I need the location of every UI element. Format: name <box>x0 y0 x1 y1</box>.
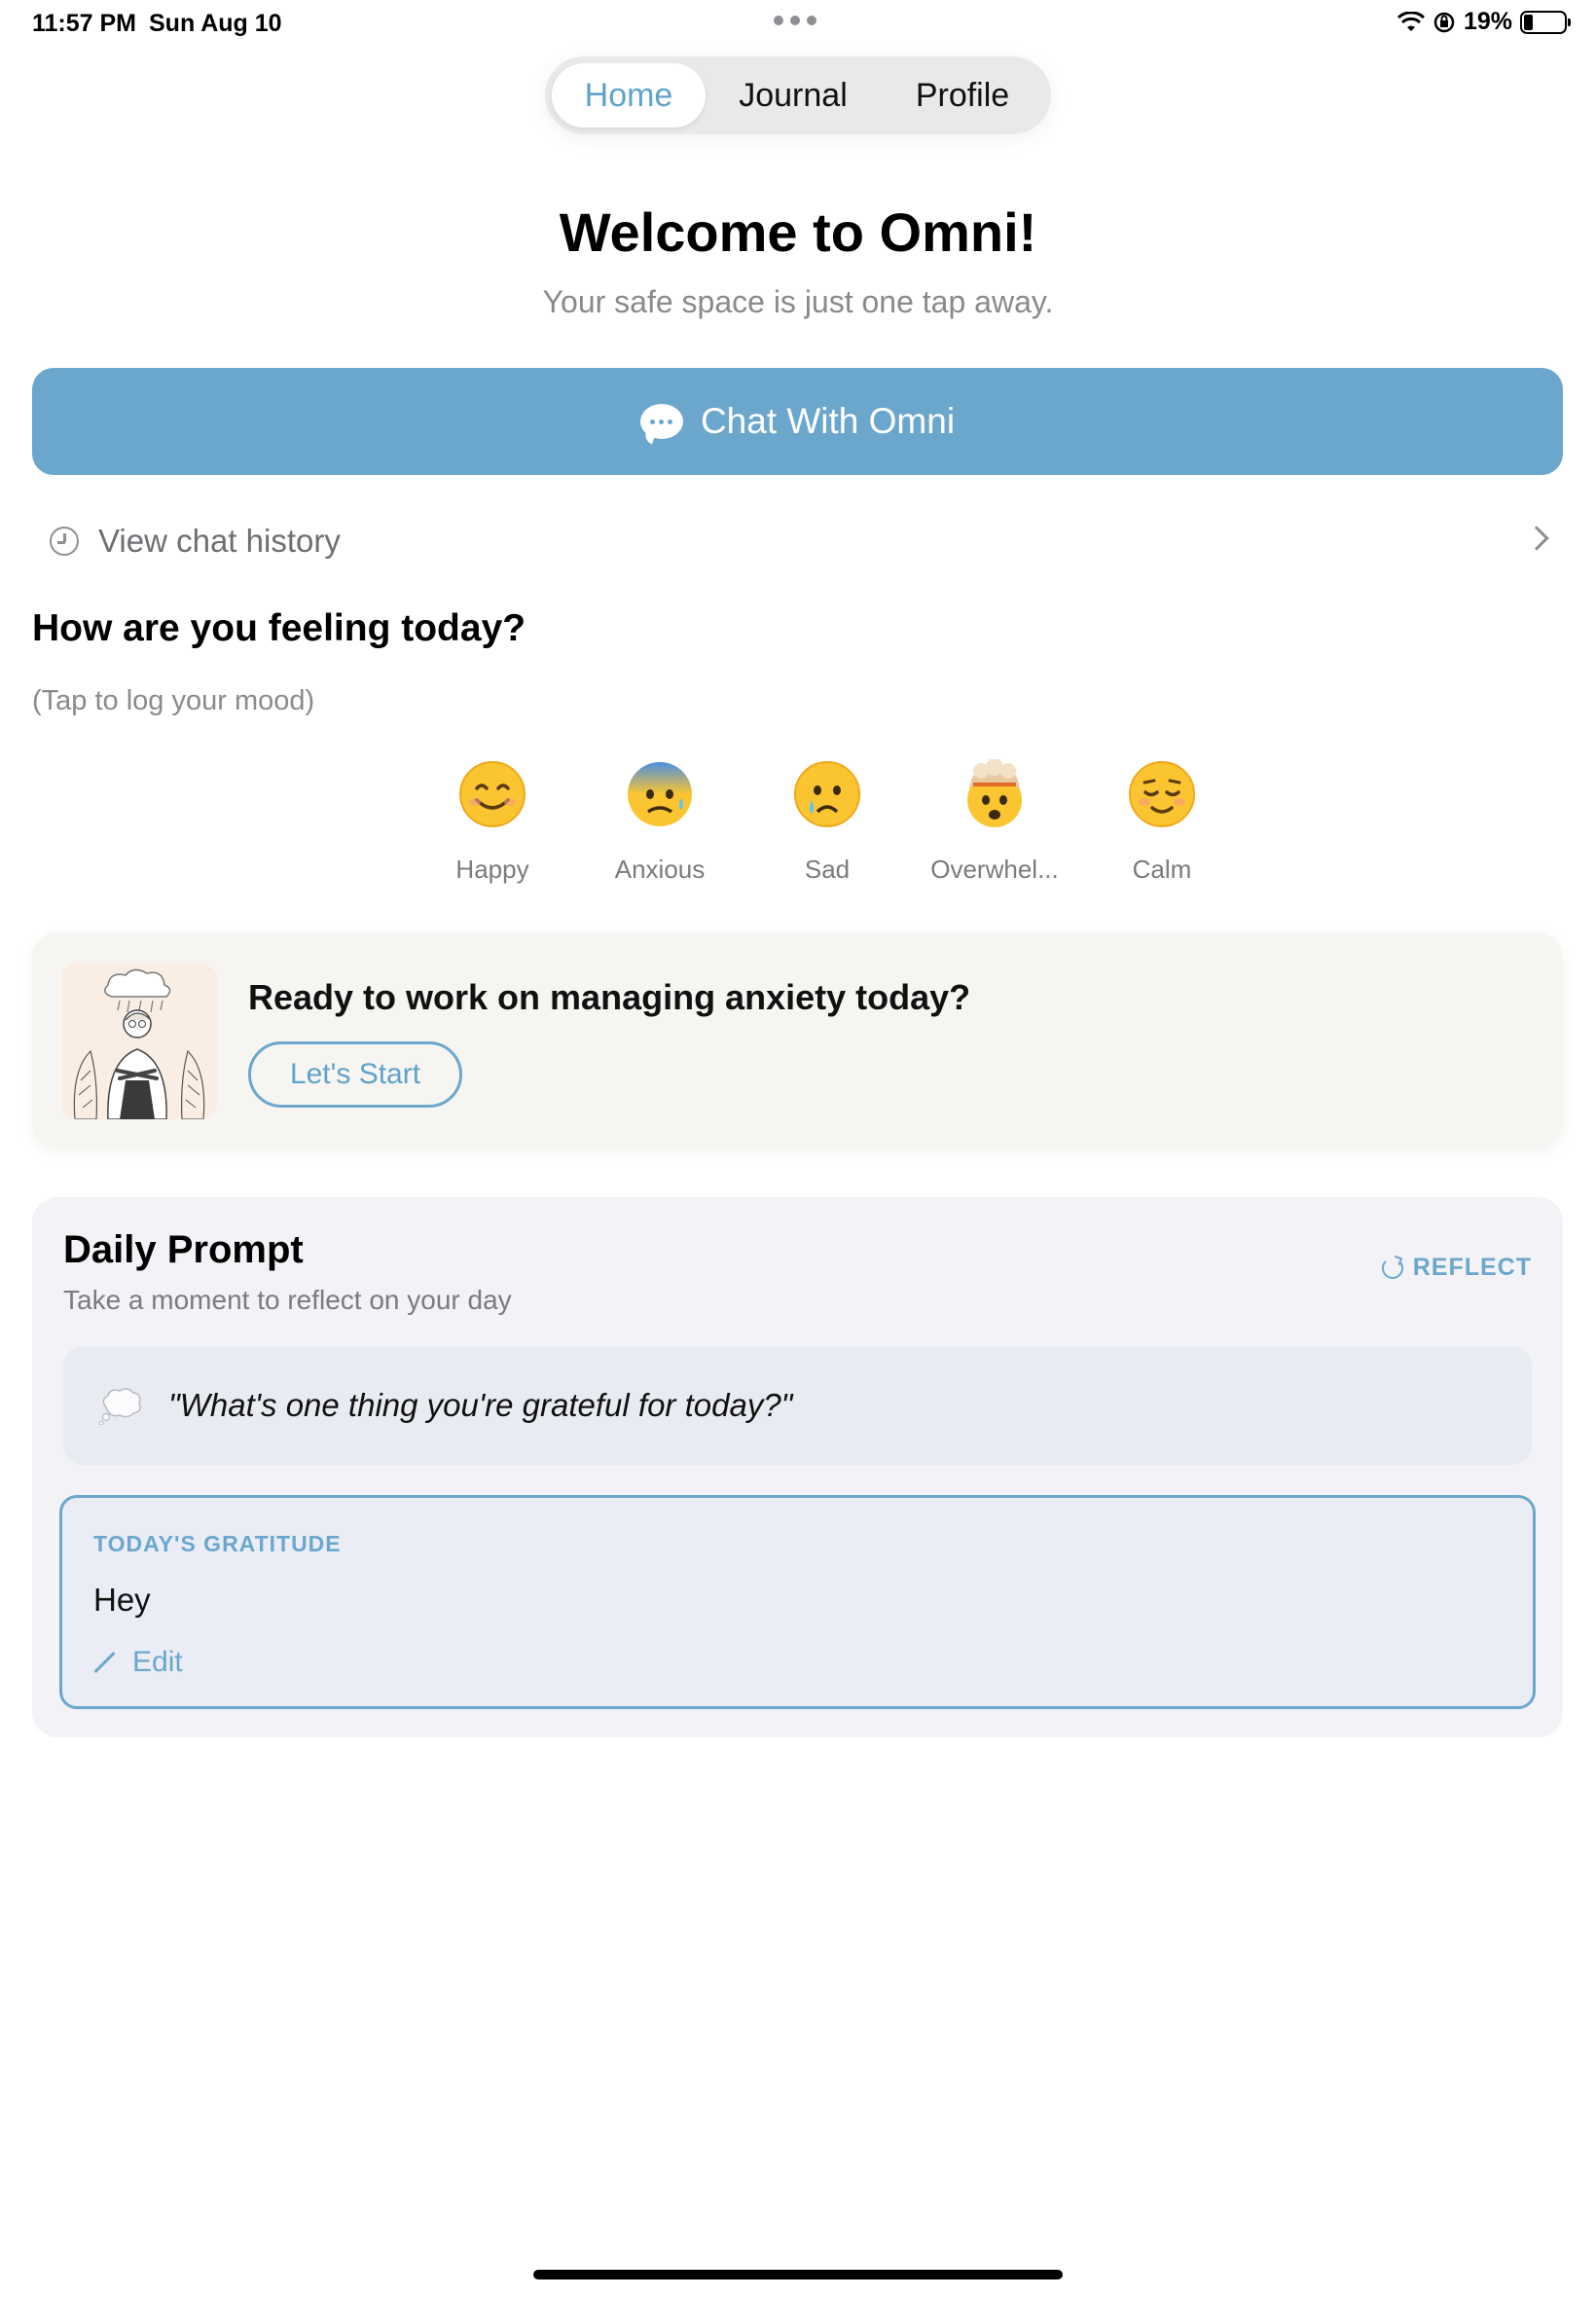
status-date: Sun Aug 10 <box>149 10 282 37</box>
daily-prompt-title: Daily Prompt <box>63 1228 304 1271</box>
prompt-box: "What's one thing you're grateful for to… <box>63 1346 1532 1465</box>
orientation-lock-icon <box>1433 12 1455 32</box>
mood-title: How are you feeling today? <box>32 607 526 649</box>
reflect-label: REFLECT <box>1412 1254 1532 1281</box>
anxiety-card-title: Ready to work on managing anxiety today? <box>248 977 971 1017</box>
view-chat-history-row[interactable]: View chat history <box>32 514 1563 568</box>
status-time: 11:57 PM <box>32 10 137 37</box>
mood-selector: Happy Anxious Sad Overwhel... Calm <box>409 759 1195 886</box>
mood-calm[interactable]: Calm <box>1078 759 1246 885</box>
mood-label: Overwhel... <box>930 855 1059 884</box>
mood-label: Happy <box>455 855 529 884</box>
reflect-button[interactable]: REFLECT <box>1381 1254 1532 1282</box>
mood-subtitle: (Tap to log your mood) <box>32 685 315 716</box>
crying-face-icon <box>794 761 860 827</box>
battery-percent: 19% <box>1463 8 1512 35</box>
speech-bubble-icon <box>639 404 683 439</box>
prompt-text: "What's one thing you're grateful for to… <box>168 1387 793 1423</box>
battery-icon <box>1520 10 1571 34</box>
smiling-face-icon <box>459 761 526 827</box>
mood-anxious[interactable]: Anxious <box>576 759 744 885</box>
anxious-face-icon <box>628 762 692 826</box>
refresh-icon <box>1381 1257 1403 1279</box>
mood-overwhelmed[interactable]: Overwhel... <box>911 759 1078 885</box>
gratitude-text: Hey <box>93 1582 151 1618</box>
daily-prompt-card: Daily Prompt Take a moment to reflect on… <box>32 1197 1563 1737</box>
tab-home[interactable]: Home <box>552 63 706 128</box>
status-bar: 11:57 PM Sun Aug 10 19% <box>0 0 1596 47</box>
tab-journal[interactable]: Journal <box>706 63 881 128</box>
page-subtitle: Your safe space is just one tap away. <box>542 284 1054 319</box>
chat-with-omni-button[interactable]: Chat With Omni <box>32 368 1563 475</box>
edit-button[interactable]: Edit <box>93 1646 183 1679</box>
tab-bar: Home Journal Profile <box>545 56 1051 134</box>
mood-sad[interactable]: Sad <box>744 759 911 885</box>
chat-button-label: Chat With Omni <box>700 401 956 441</box>
status-indicators: 19% <box>1396 8 1571 36</box>
daily-prompt-subtitle: Take a moment to reflect on your day <box>63 1285 512 1315</box>
mood-label: Calm <box>1132 855 1192 884</box>
mood-label: Sad <box>804 855 851 884</box>
gratitude-label: TODAY'S GRATITUDE <box>93 1531 342 1556</box>
view-chat-history-label: View chat history <box>98 523 341 559</box>
chevron-right-icon <box>1524 526 1549 551</box>
clock-icon <box>50 527 79 556</box>
home-indicator[interactable] <box>533 2270 1063 2279</box>
exploding-head-icon <box>967 759 1022 827</box>
tab-profile[interactable]: Profile <box>881 63 1044 128</box>
multitasking-dots-icon[interactable] <box>774 16 816 25</box>
relieved-face-icon <box>1129 761 1195 827</box>
gratitude-entry[interactable]: TODAY'S GRATITUDE Hey Edit <box>59 1495 1536 1709</box>
pencil-icon <box>93 1651 117 1674</box>
mood-happy[interactable]: Happy <box>409 759 576 885</box>
mood-label: Anxious <box>614 855 706 884</box>
wifi-icon <box>1396 11 1425 31</box>
thought-bubble-icon <box>98 1388 141 1425</box>
page-title: Welcome to Omni! <box>559 201 1037 263</box>
anxiety-card: Ready to work on managing anxiety today?… <box>32 932 1563 1148</box>
edit-label: Edit <box>132 1646 183 1678</box>
lets-start-button[interactable]: Let's Start <box>248 1041 462 1108</box>
anxiety-illustration <box>61 964 217 1119</box>
